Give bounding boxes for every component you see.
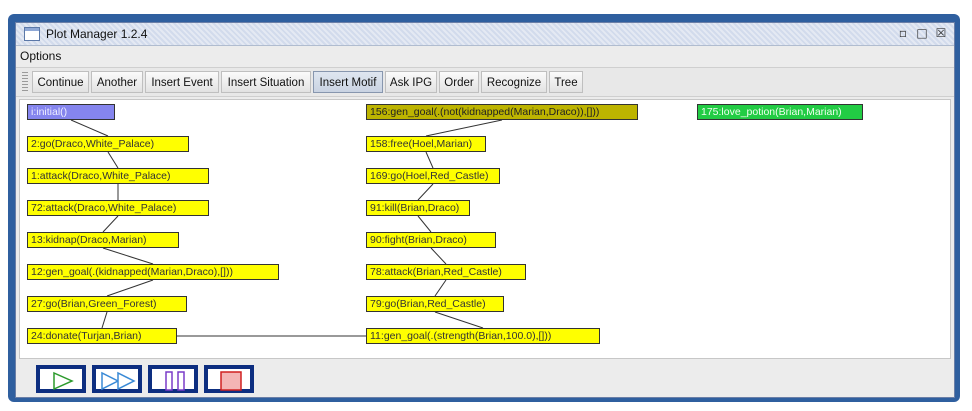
edge-169-91: [417, 183, 434, 201]
plot-node-78[interactable]: 78:attack(Brian,Red_Castle): [366, 264, 526, 280]
menu-bar: Options: [16, 46, 954, 66]
minimize-icon[interactable]: ▫: [896, 26, 910, 40]
plot-node-91[interactable]: 91:kill(Brian,Draco): [366, 200, 470, 216]
pause-button[interactable]: [148, 365, 198, 393]
toolbar-grip-icon[interactable]: [22, 72, 28, 92]
play-icon: [53, 371, 74, 391]
edge-72-13: [102, 215, 119, 233]
edge-90-78: [430, 247, 447, 265]
plot-graph-canvas[interactable]: i:initial() 2:go(Draco,White_Palace) 1:att…: [19, 99, 951, 359]
playback-controls: [16, 361, 954, 397]
plot-node-156[interactable]: 156:gen_goal(.(not(kidnapped(Marian,Drac…: [366, 104, 638, 120]
continue-button[interactable]: Continue: [32, 71, 89, 93]
maximize-icon[interactable]: □: [915, 26, 929, 40]
recognize-button[interactable]: Recognize: [481, 71, 547, 93]
edge-78-79: [434, 279, 447, 297]
plot-node-90[interactable]: 90:fight(Brian,Draco): [366, 232, 496, 248]
plot-node-11[interactable]: 11:gen_goal(.(strength(Brian,100.0),[])): [366, 328, 600, 344]
edge-156-158: [425, 119, 503, 137]
plot-node-24[interactable]: 24:donate(Turjan,Brian): [27, 328, 177, 344]
plot-node-169[interactable]: 169:go(Hoel,Red_Castle): [366, 168, 500, 184]
edge-13-12: [102, 247, 154, 265]
order-button[interactable]: Order: [439, 71, 479, 93]
plot-manager-window: Plot Manager 1.2.4 ▫ □ ☒ Options Continu…: [15, 22, 955, 398]
insert-event-button[interactable]: Insert Event: [145, 71, 219, 93]
insert-motif-button[interactable]: Insert Motif: [313, 71, 383, 93]
menu-options[interactable]: Options: [20, 49, 61, 63]
plot-node-158[interactable]: 158:free(Hoel,Marian): [366, 136, 486, 152]
edge-91-90: [417, 215, 432, 233]
close-icon[interactable]: ☒: [934, 26, 948, 40]
edge-79-11: [434, 311, 484, 329]
play-button[interactable]: [36, 365, 86, 393]
plot-node-79[interactable]: 79:go(Brian,Red_Castle): [366, 296, 504, 312]
app-window-icon: [24, 27, 40, 41]
toolbar: Continue Another Insert Event Insert Sit…: [16, 67, 954, 97]
edge-12-27: [106, 279, 154, 297]
stop-button[interactable]: [204, 365, 254, 393]
fast-forward-button[interactable]: [92, 365, 142, 393]
title-bar[interactable]: Plot Manager 1.2.4 ▫ □ ☒: [16, 23, 954, 46]
plot-node-2[interactable]: 2:go(Draco,White_Palace): [27, 136, 189, 152]
edge-158-169: [425, 151, 434, 169]
window-title: Plot Manager 1.2.4: [46, 27, 148, 41]
pause-icon: [165, 371, 185, 391]
fast-forward-icon: [101, 371, 136, 391]
tree-button[interactable]: Tree: [549, 71, 583, 93]
ask-ipg-button[interactable]: Ask IPG: [385, 71, 437, 93]
edge-27-24: [101, 311, 108, 329]
plot-node-72[interactable]: 72:attack(Draco,White_Palace): [27, 200, 209, 216]
plot-node-175[interactable]: 175:love_potion(Brian,Marian): [697, 104, 863, 120]
edge-0-2: [70, 119, 109, 137]
plot-node-1[interactable]: 1:attack(Draco,White_Palace): [27, 168, 209, 184]
plot-node-12[interactable]: 12:gen_goal(.(kidnapped(Marian,Draco),[]…: [27, 264, 279, 280]
another-button[interactable]: Another: [91, 71, 143, 93]
plot-node-13[interactable]: 13:kidnap(Draco,Marian): [27, 232, 179, 248]
plot-node-0[interactable]: i:initial(): [27, 104, 115, 120]
edge-2-1: [107, 151, 119, 169]
insert-situation-button[interactable]: Insert Situation: [221, 71, 311, 93]
plot-node-27[interactable]: 27:go(Brian,Green_Forest): [27, 296, 187, 312]
stop-icon: [220, 371, 242, 391]
